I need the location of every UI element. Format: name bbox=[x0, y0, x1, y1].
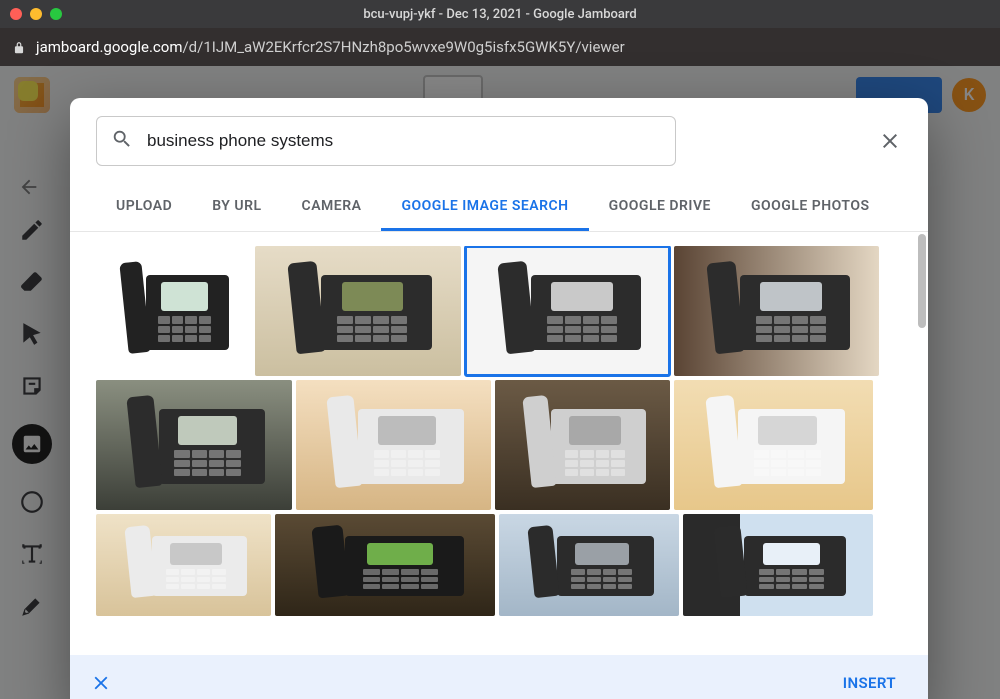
browser-address-bar: jamboard.google.com/d/1IJM_aW2EKrfcr2S7H… bbox=[0, 28, 1000, 66]
url-host: jamboard.google.com bbox=[36, 38, 182, 56]
result-thumbnail[interactable] bbox=[499, 514, 679, 616]
result-thumbnail[interactable] bbox=[96, 380, 292, 510]
result-thumbnail[interactable] bbox=[683, 514, 873, 616]
insert-button[interactable]: INSERT bbox=[831, 666, 908, 699]
window-title: bcu-vupj-ykf - Dec 13, 2021 - Google Jam… bbox=[0, 7, 1000, 22]
url-text[interactable]: jamboard.google.com/d/1IJM_aW2EKrfcr2S7H… bbox=[36, 38, 625, 56]
search-icon bbox=[111, 128, 133, 154]
app-area: K UPLOAD BY URL CAMERA GOO bbox=[0, 66, 1000, 699]
tab-google-drive[interactable]: GOOGLE DRIVE bbox=[589, 186, 731, 231]
results-grid[interactable] bbox=[96, 246, 918, 655]
url-path: /d/1IJM_aW2EKrfcr2S7HNzh8po5wvxe9W0g5isf… bbox=[182, 38, 624, 56]
result-thumbnail[interactable] bbox=[465, 246, 670, 376]
window-titlebar: bcu-vupj-ykf - Dec 13, 2021 - Google Jam… bbox=[0, 0, 1000, 28]
tab-google-photos[interactable]: GOOGLE PHOTOS bbox=[731, 186, 890, 231]
search-row bbox=[70, 98, 928, 176]
result-thumbnail[interactable] bbox=[674, 246, 879, 376]
image-picker-modal: UPLOAD BY URL CAMERA GOOGLE IMAGE SEARCH… bbox=[70, 98, 928, 699]
cancel-selection-button[interactable] bbox=[90, 672, 112, 694]
fullscreen-window-icon[interactable] bbox=[50, 8, 62, 20]
lock-icon bbox=[12, 40, 26, 54]
result-thumbnail[interactable] bbox=[495, 380, 670, 510]
tab-google-image-search[interactable]: GOOGLE IMAGE SEARCH bbox=[381, 186, 588, 231]
result-thumbnail[interactable] bbox=[674, 380, 873, 510]
close-modal-button[interactable] bbox=[878, 129, 902, 153]
modal-footer: INSERT bbox=[70, 655, 928, 699]
tab-upload[interactable]: UPLOAD bbox=[96, 186, 192, 231]
search-input[interactable] bbox=[147, 131, 661, 151]
search-box[interactable] bbox=[96, 116, 676, 166]
result-thumbnail[interactable] bbox=[255, 246, 461, 376]
result-thumbnail[interactable] bbox=[275, 514, 495, 616]
results-area bbox=[70, 232, 928, 655]
scrollbar-thumb[interactable] bbox=[918, 234, 926, 328]
minimize-window-icon[interactable] bbox=[30, 8, 42, 20]
source-tabs: UPLOAD BY URL CAMERA GOOGLE IMAGE SEARCH… bbox=[70, 186, 928, 232]
result-thumbnail[interactable] bbox=[296, 380, 491, 510]
tab-by-url[interactable]: BY URL bbox=[192, 186, 281, 231]
tab-camera[interactable]: CAMERA bbox=[282, 186, 382, 231]
result-thumbnail[interactable] bbox=[96, 246, 251, 376]
close-window-icon[interactable] bbox=[10, 8, 22, 20]
result-thumbnail[interactable] bbox=[96, 514, 271, 616]
window-controls bbox=[10, 8, 62, 20]
